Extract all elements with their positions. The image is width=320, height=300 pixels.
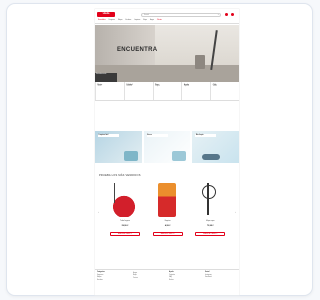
nav-item[interactable]: Limpieza	[134, 20, 140, 23]
product-name[interactable]: Bayetas	[150, 221, 186, 223]
nav-item[interactable]: Hogar	[150, 20, 154, 23]
product-card[interactable]: Mopa vapor 79,99 € AÑADIR AL CARRITO	[190, 181, 229, 255]
nav-item[interactable]: Ropa	[143, 20, 147, 23]
feature-strip: Envío Gratis Calidad Garantía Pago Segur…	[95, 82, 239, 101]
feature-item: Club Vileda	[210, 82, 239, 100]
product-list: Turbo fregona 29,99 € AÑADIR AL CARRITO …	[105, 181, 229, 255]
main-nav: Novedades Fregonas Mopas Escobas Limpiez…	[95, 20, 239, 24]
footer-link[interactable]: Escobas	[97, 280, 129, 282]
search-input[interactable]: Search ⌕	[141, 13, 221, 17]
hero-banner[interactable]: ENCUENTRA Descubre más	[95, 25, 239, 82]
product-price: 29,99 €	[121, 225, 129, 227]
chevron-left-icon[interactable]: ‹	[98, 210, 99, 215]
footer-link[interactable]: Cocina	[133, 278, 165, 280]
footer-link[interactable]: Facebook	[205, 277, 237, 279]
chevron-right-icon[interactable]: ›	[235, 210, 236, 215]
stool-image	[195, 55, 205, 69]
search-placeholder: Search	[144, 15, 150, 16]
nav-item[interactable]: Ofertas	[157, 20, 162, 23]
feature-sub: Seguro	[155, 86, 160, 88]
promo-banners: Limpieza fácil Nuevo Más limpio	[95, 131, 239, 163]
brand-logo[interactable]: vileda	[97, 12, 115, 17]
product-name[interactable]: Turbo fregona	[107, 221, 143, 223]
product-image[interactable]	[157, 183, 176, 217]
add-to-cart-button[interactable]: AÑADIR AL CARRITO	[110, 232, 140, 236]
footer-link[interactable]: Envíos	[169, 280, 201, 282]
feature-item: Envío Gratis	[95, 82, 124, 100]
banner-text: Más limpio	[195, 134, 217, 137]
product-card[interactable]: Turbo fregona 29,99 € AÑADIR AL CARRITO	[105, 181, 144, 255]
cart-icon[interactable]	[231, 13, 234, 16]
footer: Categorías Fregonas Mopas Escobas Hogar …	[95, 269, 239, 295]
banner-text: Nuevo	[146, 134, 168, 137]
product-price: 79,99 €	[207, 225, 214, 227]
product-carousel: ‹ › Turbo fregona 29,99 € AÑADIR AL CARR…	[95, 181, 239, 255]
add-to-cart-button[interactable]: AÑADIR AL CARRITO	[152, 232, 183, 236]
product-name[interactable]: Mopa vapor	[192, 221, 228, 223]
promo-banner[interactable]: Más limpio	[192, 131, 239, 163]
product-image	[202, 154, 221, 160]
feature-item: Calidad Garantía	[123, 82, 153, 100]
footer-column: Social Instagram Facebook	[203, 270, 239, 295]
feature-sub: Gratis	[97, 86, 102, 88]
hero-cta[interactable]: Descubre más	[95, 73, 117, 82]
promo-banner[interactable]: Nuevo	[143, 131, 191, 163]
footer-column: Categorías Fregonas Mopas Escobas	[95, 270, 131, 295]
nav-item[interactable]: Mopas	[118, 20, 123, 23]
promo-banner[interactable]: Limpieza fácil	[95, 131, 142, 163]
footer-column: Ayuda Contacto FAQ Envíos	[167, 270, 203, 295]
product-image[interactable]	[196, 183, 222, 217]
search-icon[interactable]: ⌕	[218, 14, 219, 17]
footer-heading: Categorías	[97, 272, 105, 273]
footer-heading: Social	[205, 272, 210, 273]
feature-sub: Soporte	[183, 86, 190, 88]
add-to-cart-button[interactable]: AÑADIR AL CARRITO	[195, 232, 226, 236]
account-icon[interactable]	[225, 13, 228, 16]
product-image[interactable]	[111, 183, 137, 217]
product-card[interactable]: Bayetas 4,99 € AÑADIR AL CARRITO	[148, 181, 187, 255]
footer-column: Hogar Ropa Cocina	[131, 270, 167, 295]
nav-item[interactable]: Escobas	[125, 20, 131, 23]
feature-sub: Garantía	[126, 86, 133, 88]
feature-sub: Vileda	[212, 86, 217, 88]
feature-item: Ayuda Soporte	[181, 82, 210, 100]
banner-text: Limpieza fácil	[98, 134, 119, 137]
nav-item[interactable]: Fregonas	[109, 20, 115, 23]
product-image	[172, 151, 187, 161]
webpage-preview: vileda Search ⌕ Novedades Fregonas Mopas…	[95, 9, 239, 295]
feature-item: Pago Seguro	[152, 82, 182, 100]
section-title: PRUEBA LOS MÁS VENDIDOS	[99, 174, 141, 177]
product-price: 4,99 €	[164, 225, 171, 227]
nav-item[interactable]: Novedades	[98, 20, 106, 23]
footer-heading: Ayuda	[169, 272, 174, 273]
product-image	[123, 151, 138, 161]
hero-title: ENCUENTRA	[117, 47, 158, 53]
